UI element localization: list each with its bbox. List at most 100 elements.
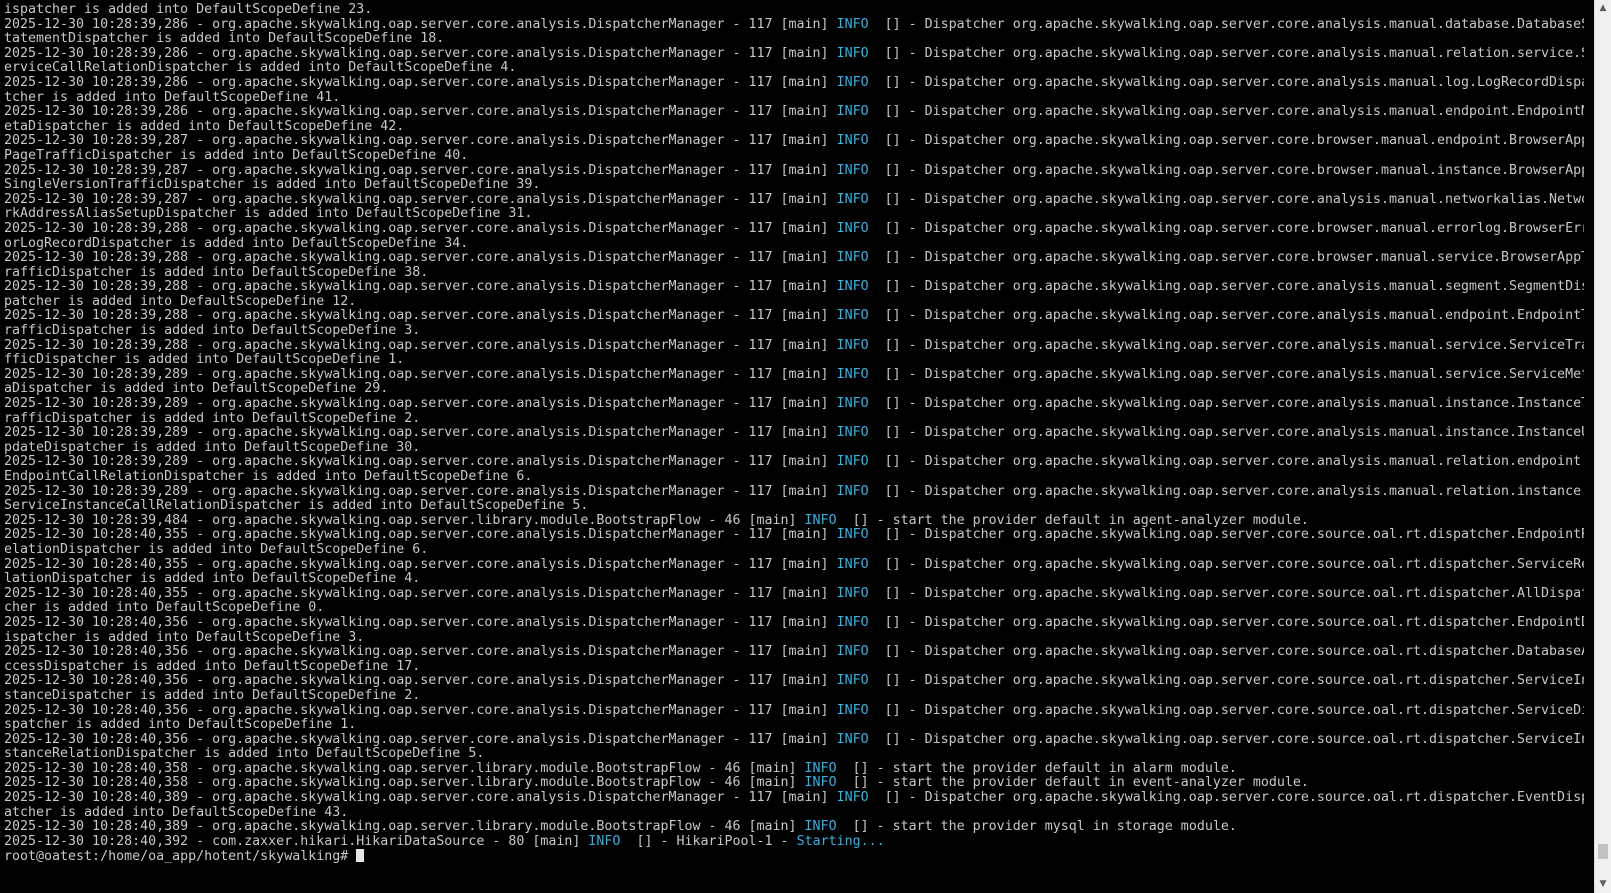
log-text: [] - Dispatcher org.apache.skywalking.oa…: [868, 397, 1584, 412]
log-text: orLogRecordDispatcher is added into Defa…: [4, 236, 469, 251]
scrollbar-thumb[interactable]: [1598, 844, 1608, 860]
log-text: pdateDispatcher is added into DefaultSco…: [4, 440, 421, 455]
log-line: spatcher is added into DefaultScopeDefin…: [4, 718, 1584, 733]
log-level: INFO: [836, 426, 869, 441]
log-line: lationDispatcher is added into DefaultSc…: [4, 572, 1584, 587]
log-text: 2025-12-30 10:28:40,392 - com.zaxxer.hik…: [4, 834, 589, 849]
log-text: 2025-12-30 10:28:40,355 - org.apache.sky…: [4, 586, 837, 601]
log-line: erviceCallRelationDispatcher is added in…: [4, 61, 1584, 76]
log-text: [] - Dispatcher org.apache.skywalking.oa…: [868, 674, 1584, 689]
log-line: PageTrafficDispatcher is added into Defa…: [4, 149, 1584, 164]
log-text: [] - Dispatcher org.apache.skywalking.oa…: [868, 280, 1584, 295]
log-level: INFO: [836, 105, 869, 120]
log-text: 2025-12-30 10:28:40,356 - org.apache.sky…: [4, 645, 837, 660]
log-text: 2025-12-30 10:28:39,288 - org.apache.sky…: [4, 251, 837, 266]
log-text: [] - Dispatcher org.apache.skywalking.oa…: [868, 615, 1584, 630]
log-text: cher is added into DefaultScopeDefine 0.: [4, 601, 325, 616]
log-level: INFO: [836, 367, 869, 382]
log-level: INFO: [804, 513, 837, 528]
log-text: [] - start the provider default in agent…: [836, 513, 1309, 528]
log-line: orLogRecordDispatcher is added into Defa…: [4, 237, 1584, 252]
log-line: rafficDispatcher is added into DefaultSc…: [4, 324, 1584, 339]
log-level: INFO: [836, 75, 869, 90]
log-text: [] - HikariPool-1 -: [620, 834, 797, 849]
log-line: 2025-12-30 10:28:39,286 - org.apache.sky…: [4, 47, 1584, 62]
log-line: 2025-12-30 10:28:39,288 - org.apache.sky…: [4, 309, 1584, 324]
log-text: 2025-12-30 10:28:40,358 - org.apache.sky…: [4, 761, 805, 776]
log-level: INFO: [836, 674, 869, 689]
log-text: [] - Dispatcher org.apache.skywalking.oa…: [868, 309, 1584, 324]
log-line: ccessDispatcher is added into DefaultSco…: [4, 660, 1584, 675]
log-text: [] - Dispatcher org.apache.skywalking.oa…: [868, 528, 1584, 543]
log-level: INFO: [836, 557, 869, 572]
log-line: 2025-12-30 10:28:40,356 - org.apache.sky…: [4, 616, 1584, 631]
log-line: 2025-12-30 10:28:39,286 - org.apache.sky…: [4, 76, 1584, 91]
terminal-window[interactable]: ispatcher is added into DefaultScopeDefi…: [0, 0, 1611, 893]
log-level: INFO: [836, 17, 869, 32]
log-level: INFO: [836, 192, 869, 207]
log-line: fficDispatcher is added into DefaultScop…: [4, 353, 1584, 368]
log-text: [] - Dispatcher org.apache.skywalking.oa…: [868, 221, 1584, 236]
log-line: 2025-12-30 10:28:39,287 - org.apache.sky…: [4, 193, 1584, 208]
log-text: [] - Dispatcher org.apache.skywalking.oa…: [868, 367, 1584, 382]
log-level: INFO: [804, 761, 837, 776]
chevron-up-icon[interactable]: ▲: [1595, 0, 1611, 17]
terminal-output[interactable]: ispatcher is added into DefaultScopeDefi…: [4, 3, 1584, 864]
log-text: [] - Dispatcher org.apache.skywalking.oa…: [868, 455, 1584, 470]
log-text: 2025-12-30 10:28:40,356 - org.apache.sky…: [4, 615, 837, 630]
vertical-scrollbar[interactable]: ▲ ▼: [1594, 0, 1611, 893]
log-text: [] - Dispatcher org.apache.skywalking.oa…: [868, 645, 1584, 660]
log-text: rafficDispatcher is added into DefaultSc…: [4, 324, 421, 339]
log-line: ispatcher is added into DefaultScopeDefi…: [4, 631, 1584, 646]
log-level: INFO: [836, 46, 869, 61]
log-text: [] - Dispatcher org.apache.skywalking.oa…: [868, 791, 1584, 806]
log-text: 2025-12-30 10:28:39,289 - org.apache.sky…: [4, 455, 837, 470]
log-text: 2025-12-30 10:28:40,389 - org.apache.sky…: [4, 820, 805, 835]
log-line: 2025-12-30 10:28:39,288 - org.apache.sky…: [4, 251, 1584, 266]
log-line: 2025-12-30 10:28:40,392 - com.zaxxer.hik…: [4, 835, 1584, 850]
log-level: INFO: [836, 134, 869, 149]
log-line: 2025-12-30 10:28:40,355 - org.apache.sky…: [4, 558, 1584, 573]
log-text: [] - Dispatcher org.apache.skywalking.oa…: [868, 134, 1584, 149]
log-level: INFO: [588, 834, 621, 849]
log-text: stanceDispatcher is added into DefaultSc…: [4, 688, 421, 703]
log-line: 2025-12-30 10:28:40,356 - org.apache.sky…: [4, 733, 1584, 748]
log-text: fficDispatcher is added into DefaultScop…: [4, 353, 405, 368]
log-line: 2025-12-30 10:28:40,356 - org.apache.sky…: [4, 674, 1584, 689]
log-text: 2025-12-30 10:28:40,389 - org.apache.sky…: [4, 791, 837, 806]
log-text: 2025-12-30 10:28:39,289 - org.apache.sky…: [4, 484, 837, 499]
log-level: INFO: [836, 251, 869, 266]
log-line: SingleVersionTrafficDispatcher is added …: [4, 178, 1584, 193]
log-line: 2025-12-30 10:28:39,288 - org.apache.sky…: [4, 339, 1584, 354]
log-text: Starting...: [796, 834, 885, 849]
log-text: [] - Dispatcher org.apache.skywalking.oa…: [868, 557, 1584, 572]
log-text: 2025-12-30 10:28:39,286 - org.apache.sky…: [4, 75, 837, 90]
log-text: 2025-12-30 10:28:39,289 - org.apache.sky…: [4, 426, 837, 441]
log-line: 2025-12-30 10:28:39,289 - org.apache.sky…: [4, 485, 1584, 500]
log-text: elationDispatcher is added into DefaultS…: [4, 542, 429, 557]
log-text: 2025-12-30 10:28:40,356 - org.apache.sky…: [4, 703, 837, 718]
log-line: stanceRelationDispatcher is added into D…: [4, 747, 1584, 762]
log-line: 2025-12-30 10:28:39,289 - org.apache.sky…: [4, 426, 1584, 441]
log-line: rkAddressAliasSetupDispatcher is added i…: [4, 207, 1584, 222]
log-text: [] - start the provider default in event…: [836, 776, 1309, 791]
log-text: 2025-12-30 10:28:40,358 - org.apache.sky…: [4, 776, 805, 791]
log-level: INFO: [836, 455, 869, 470]
chevron-down-icon[interactable]: ▼: [1595, 876, 1611, 893]
log-text: [] - Dispatcher org.apache.skywalking.oa…: [868, 192, 1584, 207]
log-text: erviceCallRelationDispatcher is added in…: [4, 61, 517, 76]
log-line: cher is added into DefaultScopeDefine 0.: [4, 601, 1584, 616]
log-text: ccessDispatcher is added into DefaultSco…: [4, 659, 421, 674]
log-text: SingleVersionTrafficDispatcher is added …: [4, 178, 541, 193]
log-text: etaDispatcher is added into DefaultScope…: [4, 119, 405, 134]
log-text: ServiceInstanceCallRelationDispatcher is…: [4, 499, 589, 514]
log-line: 2025-12-30 10:28:40,356 - org.apache.sky…: [4, 704, 1584, 719]
log-text: 2025-12-30 10:28:39,287 - org.apache.sky…: [4, 134, 837, 149]
prompt-line[interactable]: root@oatest:/home/oa_app/hotent/skywalki…: [4, 849, 1584, 864]
log-text: 2025-12-30 10:28:39,287 - org.apache.sky…: [4, 163, 837, 178]
log-line: 2025-12-30 10:28:40,358 - org.apache.sky…: [4, 776, 1584, 791]
log-line: patcher is added into DefaultScopeDefine…: [4, 295, 1584, 310]
log-line: EndpointCallRelationDispatcher is added …: [4, 470, 1584, 485]
log-line: pdateDispatcher is added into DefaultSco…: [4, 441, 1584, 456]
log-text: rkAddressAliasSetupDispatcher is added i…: [4, 207, 533, 222]
